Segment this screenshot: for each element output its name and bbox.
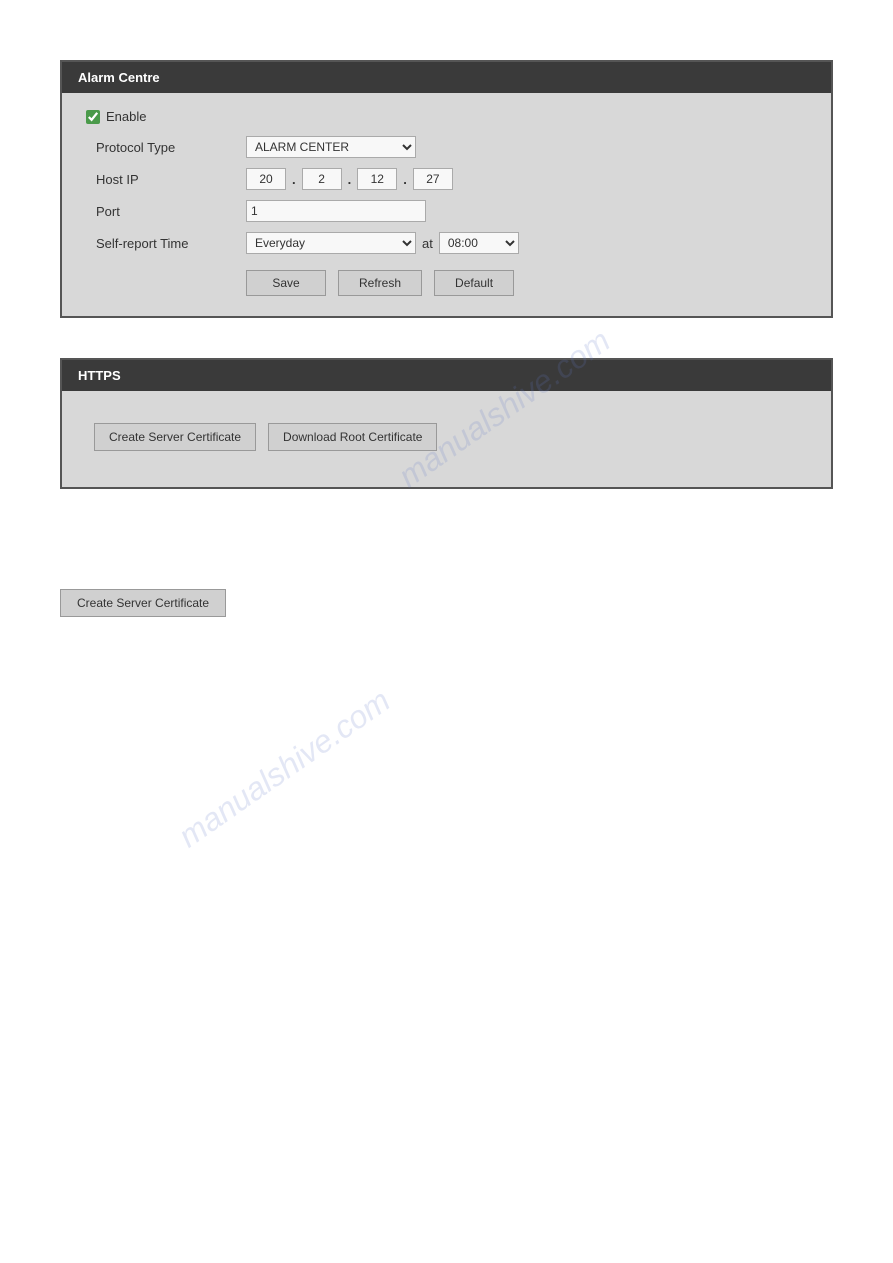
alarm-centre-header: Alarm Centre [62, 62, 831, 93]
port-row: Port [86, 200, 807, 222]
standalone-button-row: Create Server Certificate [0, 569, 893, 637]
https-header: HTTPS [62, 360, 831, 391]
ip-octet-4[interactable] [413, 168, 453, 190]
download-root-certificate-button[interactable]: Download Root Certificate [268, 423, 437, 451]
ip-dot-2: . [346, 172, 354, 187]
host-ip-row: Host IP . . . [86, 168, 807, 190]
enable-label: Enable [106, 109, 146, 124]
default-button[interactable]: Default [434, 270, 514, 296]
self-report-row: Self-report Time Everyday at 08:00 [86, 232, 807, 254]
self-report-label: Self-report Time [86, 236, 246, 251]
enable-row: Enable [86, 109, 807, 124]
protocol-type-label: Protocol Type [86, 140, 246, 155]
enable-checkbox[interactable] [86, 110, 100, 124]
port-input[interactable] [246, 200, 426, 222]
standalone-create-server-certificate-button[interactable]: Create Server Certificate [60, 589, 226, 617]
alarm-centre-title: Alarm Centre [78, 70, 160, 85]
protocol-type-row: Protocol Type ALARM CENTER [86, 136, 807, 158]
ip-dot-1: . [290, 172, 298, 187]
https-panel: HTTPS Create Server Certificate Download… [60, 358, 833, 489]
https-title: HTTPS [78, 368, 121, 383]
ip-octet-1[interactable] [246, 168, 286, 190]
save-button[interactable]: Save [246, 270, 326, 296]
host-ip-label: Host IP [86, 172, 246, 187]
alarm-centre-panel: Alarm Centre Enable Protocol Type ALARM … [60, 60, 833, 318]
self-report-select[interactable]: Everyday [246, 232, 416, 254]
https-button-row: Create Server Certificate Download Root … [86, 407, 807, 467]
time-select[interactable]: 08:00 [439, 232, 519, 254]
ip-octet-3[interactable] [357, 168, 397, 190]
host-ip-input-group: . . . [246, 168, 453, 190]
ip-dot-3: . [401, 172, 409, 187]
port-label: Port [86, 204, 246, 219]
ip-octet-2[interactable] [302, 168, 342, 190]
https-body: Create Server Certificate Download Root … [62, 391, 831, 487]
alarm-button-row: Save Refresh Default [86, 270, 807, 296]
protocol-type-select[interactable]: ALARM CENTER [246, 136, 416, 158]
alarm-centre-body: Enable Protocol Type ALARM CENTER Host I… [62, 93, 831, 316]
at-label: at [422, 236, 433, 251]
refresh-button[interactable]: Refresh [338, 270, 422, 296]
create-server-certificate-button[interactable]: Create Server Certificate [94, 423, 256, 451]
watermark-2: manualshive.com [172, 682, 397, 855]
